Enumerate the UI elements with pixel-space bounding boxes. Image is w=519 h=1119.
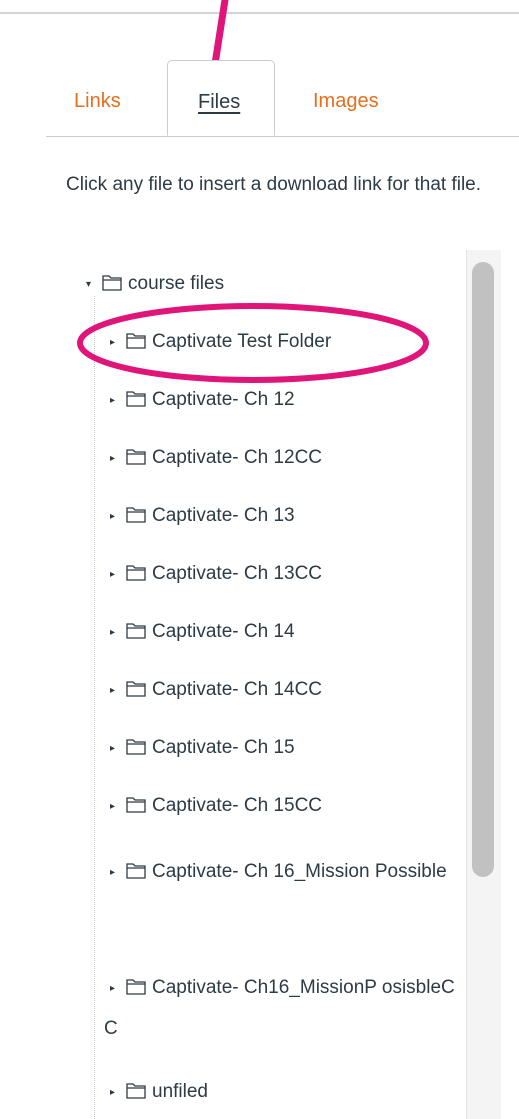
- folder-icon: [126, 623, 146, 639]
- triangle-expand-icon[interactable]: ▸: [110, 731, 120, 767]
- tab-bar: Links Files Images: [46, 60, 519, 137]
- tree-root-label: course files: [128, 273, 225, 294]
- expanded-arrow-icon[interactable]: ▾: [86, 267, 96, 303]
- instructions-text: Click any file to insert a download link…: [66, 174, 482, 195]
- tree-item[interactable]: ▸ Captivate- Ch16_MissionP osisbleCC: [104, 968, 459, 1049]
- triangle-expand-icon[interactable]: ▸: [110, 499, 120, 535]
- tree-item-label: Captivate Test Folder: [152, 331, 332, 352]
- tree-item-label: Captivate- Ch 15: [152, 737, 295, 758]
- tree-item[interactable]: ▸ Captivate- Ch 15: [110, 730, 295, 767]
- folder-icon: [126, 391, 146, 407]
- top-divider: [0, 12, 519, 14]
- triangle-expand-icon[interactable]: ▸: [110, 325, 120, 361]
- tree-item-label: Captivate- Ch 13: [152, 505, 295, 526]
- tab-links[interactable]: Links: [74, 90, 121, 113]
- tree-root-course-files[interactable]: ▾ course files: [86, 266, 224, 303]
- folder-icon: [126, 449, 146, 465]
- tree-item[interactable]: ▸ Captivate Test Folder: [110, 324, 331, 361]
- tab-images[interactable]: Images: [313, 90, 379, 113]
- tree-item[interactable]: ▸ unfiled: [110, 1074, 208, 1111]
- folder-icon: [126, 979, 146, 995]
- tree-item-label: Captivate- Ch 13CC: [152, 563, 323, 584]
- tree-item-label: Captivate- Ch16_MissionP osisbleCC: [104, 977, 455, 1039]
- tree-item-label: Captivate- Ch 12CC: [152, 447, 323, 468]
- tree-item-label: Captivate- Ch 16_Mission Possible: [152, 861, 447, 882]
- triangle-expand-icon[interactable]: ▸: [110, 789, 120, 825]
- folder-icon: [126, 333, 146, 349]
- tab-files-label: Files: [198, 91, 241, 113]
- tree-item[interactable]: ▸ Captivate- Ch 15CC: [110, 788, 322, 825]
- tree-item-label: unfiled: [152, 1081, 208, 1102]
- triangle-expand-icon[interactable]: ▸: [110, 969, 120, 1009]
- triangle-expand-icon[interactable]: ▸: [110, 441, 120, 477]
- folder-icon: [126, 681, 146, 697]
- tree-item[interactable]: ▸ Captivate- Ch 14: [110, 614, 295, 651]
- tree-item[interactable]: ▸ Captivate- Ch 12CC: [110, 440, 322, 477]
- triangle-expand-icon[interactable]: ▸: [110, 853, 120, 893]
- triangle-expand-icon[interactable]: ▸: [110, 673, 120, 709]
- tree-item[interactable]: ▸ Captivate- Ch 13CC: [110, 556, 322, 593]
- tree-item-label: Captivate- Ch 12: [152, 389, 295, 410]
- folder-icon: [126, 1083, 146, 1099]
- tree-item[interactable]: ▸ Captivate- Ch 12: [110, 382, 295, 419]
- folder-icon: [126, 797, 146, 813]
- scrollbar-thumb[interactable]: [472, 262, 494, 877]
- folder-icon: [126, 565, 146, 581]
- triangle-expand-icon[interactable]: ▸: [110, 383, 120, 419]
- tree-item[interactable]: ▸ Captivate- Ch 14CC: [110, 672, 322, 709]
- tree-item-label: Captivate- Ch 14CC: [152, 679, 323, 700]
- folder-icon: [126, 507, 146, 523]
- folder-icon: [102, 275, 122, 291]
- tree-item-label: Captivate- Ch 14: [152, 621, 295, 642]
- folder-icon: [126, 863, 146, 879]
- tree-item[interactable]: ▸ Captivate- Ch 16_Mission Possible: [104, 852, 459, 893]
- triangle-expand-icon[interactable]: ▸: [110, 557, 120, 593]
- triangle-expand-icon[interactable]: ▸: [110, 615, 120, 651]
- tab-files[interactable]: Files: [167, 60, 275, 136]
- folder-icon: [126, 739, 146, 755]
- tree-item[interactable]: ▸ Captivate- Ch 13: [110, 498, 295, 535]
- tree-item-label: Captivate- Ch 15CC: [152, 795, 323, 816]
- tree-guide-line: [94, 296, 95, 1119]
- triangle-expand-icon[interactable]: ▸: [110, 1075, 120, 1111]
